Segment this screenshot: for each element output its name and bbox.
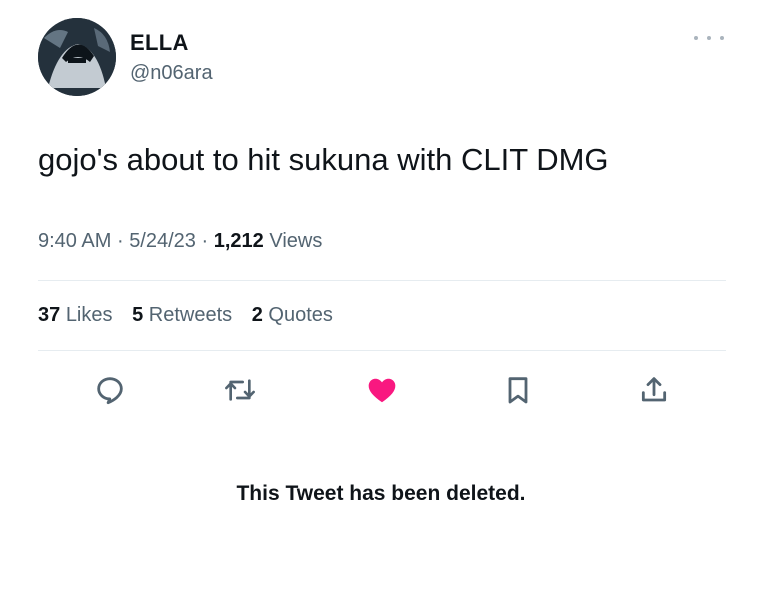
- retweet-button[interactable]: [222, 372, 258, 408]
- bookmark-icon: [508, 377, 528, 404]
- retweets-label: Retweets: [148, 304, 233, 326]
- heart-icon: [368, 378, 396, 403]
- tweet-time[interactable]: 9:40 AM: [38, 230, 111, 252]
- divider: [38, 350, 726, 351]
- retweets-stat[interactable]: 5 Retweets: [132, 304, 232, 326]
- quotes-count: 2: [251, 304, 263, 326]
- retweets-count: 5: [132, 304, 144, 326]
- share-icon: [641, 377, 667, 402]
- likes-count: 37: [38, 304, 61, 326]
- views-count: 1,212: [213, 230, 264, 252]
- quotes-stat[interactable]: 2 Quotes: [252, 304, 333, 326]
- bookmark-button[interactable]: [500, 372, 536, 408]
- reply-icon: [97, 377, 123, 405]
- views-label: Views: [269, 230, 323, 252]
- deleted-notice: This Tweet has been deleted.: [236, 482, 526, 505]
- more-options-icon[interactable]: [694, 30, 724, 46]
- share-button[interactable]: [636, 372, 672, 408]
- divider: [38, 280, 726, 281]
- like-button[interactable]: [364, 372, 400, 408]
- tweet-text: gojo's about to hit sukuna with CLIT DMG: [38, 142, 609, 177]
- tweet-date[interactable]: 5/24/23: [129, 230, 196, 252]
- avatar-image: [38, 18, 116, 96]
- avatar[interactable]: [38, 18, 116, 96]
- retweet-icon: [225, 379, 255, 401]
- tweet-stats: 37 Likes 5 Retweets 2 Quotes: [38, 304, 347, 327]
- quotes-label: Quotes: [268, 304, 333, 326]
- meta-separator: ·: [116, 230, 124, 252]
- reply-button[interactable]: [92, 372, 128, 408]
- meta-separator: ·: [201, 230, 209, 252]
- likes-label: Likes: [65, 304, 113, 326]
- likes-stat[interactable]: 37 Likes: [38, 304, 113, 326]
- user-handle[interactable]: @n06ara: [130, 62, 213, 85]
- display-name[interactable]: ELLA: [130, 30, 189, 56]
- tweet-meta: 9:40 AM · 5/24/23 · 1,212 Views: [38, 230, 322, 253]
